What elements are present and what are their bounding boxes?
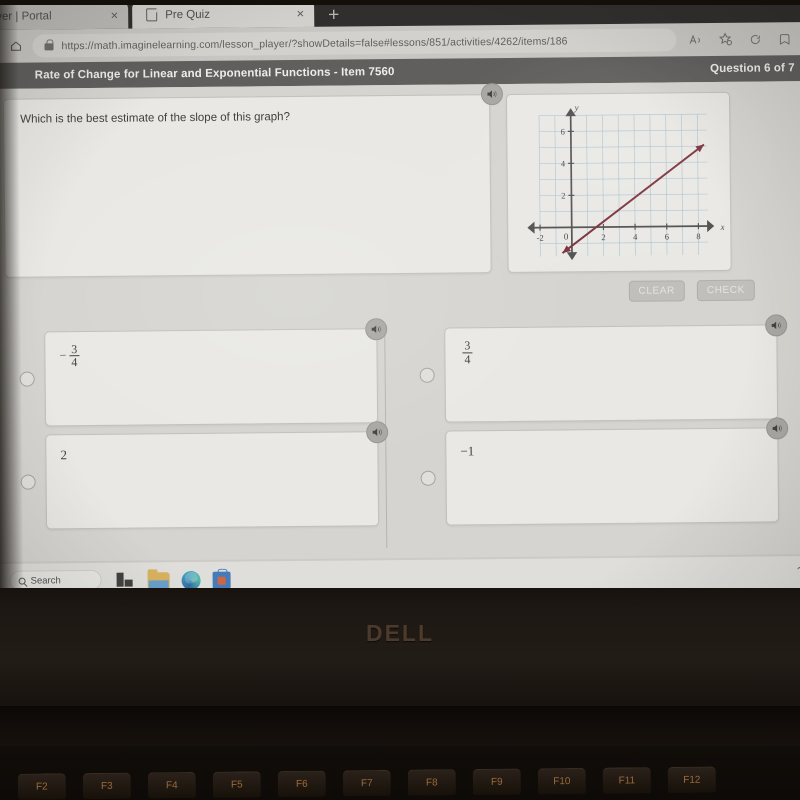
svg-text:2: 2: [561, 190, 565, 200]
choice-card-3[interactable]: 2: [45, 421, 389, 530]
radio-button-choice-3[interactable]: [20, 474, 36, 490]
read-aloud-icon[interactable]: [680, 27, 710, 53]
key-f12: F12: [667, 766, 716, 794]
search-label: Search: [30, 574, 61, 587]
speaker-icon[interactable]: [765, 314, 788, 337]
choice-value-2: 3 4: [459, 339, 473, 366]
chevron-up-icon[interactable]: ⌃: [795, 566, 800, 577]
action-buttons: CLEAR CHECK: [628, 279, 755, 302]
origin-label: 0: [564, 231, 569, 241]
clear-button[interactable]: CLEAR: [628, 280, 685, 302]
collections-icon[interactable]: [770, 26, 800, 52]
tab-label: Pre Quiz: [165, 8, 210, 21]
speaker-glyph: [772, 424, 782, 433]
key-f7: F7: [342, 769, 391, 797]
x-axis-label: x: [720, 221, 725, 231]
speaker-icon[interactable]: [766, 417, 789, 440]
question-progress: Question 6 of 7: [710, 62, 795, 76]
denominator: 4: [71, 355, 78, 370]
key-f6: F6: [277, 770, 326, 798]
speaker-glyph: [771, 321, 781, 330]
svg-text:8: 8: [696, 231, 700, 241]
key-f2: F2: [17, 773, 66, 800]
svg-text:4: 4: [633, 231, 638, 241]
screen-top-bezel: [0, 0, 800, 5]
edge-icon[interactable]: [181, 570, 201, 590]
axes: [527, 107, 715, 260]
radio-button-choice-2[interactable]: [419, 367, 435, 383]
laptop-screen: ver | Portal × Pre Quiz × + https://math…: [0, 0, 800, 598]
browser-tab-portal[interactable]: ver | Portal ×: [0, 1, 129, 31]
choice-value-4: −1: [460, 443, 475, 459]
minus-sign: −: [59, 348, 67, 363]
key-f11: F11: [602, 767, 651, 794]
key-f3: F3: [82, 772, 131, 800]
choice-row[interactable]: 3 4: [405, 314, 788, 423]
answer-choices: − 3 4 3 4 2 −1: [5, 314, 789, 530]
svg-text:6: 6: [561, 126, 565, 136]
check-button[interactable]: CHECK: [696, 279, 755, 302]
new-tab-button[interactable]: +: [314, 5, 349, 26]
microsoft-store-icon[interactable]: [212, 571, 231, 589]
key-f5: F5: [212, 771, 261, 798]
lesson-title: Rate of Change for Linear and Exponentia…: [34, 66, 395, 82]
choice-card-4[interactable]: −1: [445, 417, 789, 526]
tab-label: ver | Portal: [0, 9, 52, 23]
laptop-photo: ver | Portal × Pre Quiz × + https://math…: [0, 0, 800, 800]
home-icon[interactable]: [0, 33, 30, 59]
keyboard-function-row: F2 F3 F4 F5 F6 F7 F8 F9 F10 F11 F12: [0, 765, 800, 800]
speaker-glyph: [487, 90, 497, 98]
question-row: Which is the best estimate of the slope …: [2, 83, 800, 278]
address-bar[interactable]: https://math.imaginelearning.com/lesson_…: [32, 28, 677, 58]
key-f10: F10: [537, 767, 586, 795]
speaker-icon[interactable]: [366, 421, 389, 444]
key-f9: F9: [472, 768, 521, 796]
key-f8: F8: [407, 769, 456, 796]
close-icon[interactable]: ×: [111, 8, 119, 23]
choice-card-1[interactable]: − 3 4: [44, 318, 388, 427]
graph-panel: -2 2 4 6 8 2 4 6 x y 0: [505, 91, 732, 273]
lesson-body: Which is the best estimate of the slope …: [0, 81, 800, 562]
choice-row[interactable]: 2: [6, 421, 389, 530]
favorites-icon[interactable]: [710, 26, 740, 52]
close-icon[interactable]: ×: [297, 6, 305, 21]
choice-value-1: − 3 4: [59, 342, 80, 370]
denominator: 4: [464, 351, 471, 366]
dell-logo: DELL: [365, 620, 435, 646]
svg-text:6: 6: [665, 231, 669, 241]
numerator: 3: [462, 339, 473, 353]
radio-button-choice-4[interactable]: [420, 470, 436, 486]
choice-card-2[interactable]: 3 4: [444, 314, 788, 423]
speaker-glyph: [372, 428, 382, 436]
question-text: Which is the best estimate of the slope …: [20, 111, 290, 126]
search-icon: [18, 577, 26, 585]
question-panel: Which is the best estimate of the slope …: [2, 83, 504, 278]
browser-essentials-icon[interactable]: [740, 26, 770, 52]
choice-row[interactable]: − 3 4: [5, 318, 388, 427]
fraction: 3 4: [69, 342, 80, 370]
speaker-glyph: [371, 325, 381, 333]
lock-icon: [44, 43, 54, 51]
coordinate-graph: -2 2 4 6 8246 x y 0: [527, 102, 725, 260]
choice-row[interactable]: −1: [406, 417, 789, 526]
key-f4: F4: [147, 771, 196, 799]
fraction: 3 4: [462, 339, 473, 366]
svg-text:-2: -2: [537, 232, 544, 242]
svg-text:2: 2: [601, 232, 605, 242]
radio-button-choice-1[interactable]: [19, 371, 35, 387]
speaker-icon[interactable]: [365, 318, 388, 341]
document-icon: [146, 8, 158, 22]
laptop-hinge: [0, 706, 800, 746]
choice-value-3: 2: [60, 447, 67, 463]
url-text: https://math.imaginelearning.com/lesson_…: [61, 34, 568, 52]
y-axis-label: y: [574, 102, 579, 112]
file-explorer-icon[interactable]: [147, 572, 170, 590]
laptop-bezel: DELL F2 F3 F4 F5 F6 F7 F8 F9 F10 F11 F12: [0, 588, 800, 800]
speaker-icon[interactable]: [480, 83, 504, 106]
